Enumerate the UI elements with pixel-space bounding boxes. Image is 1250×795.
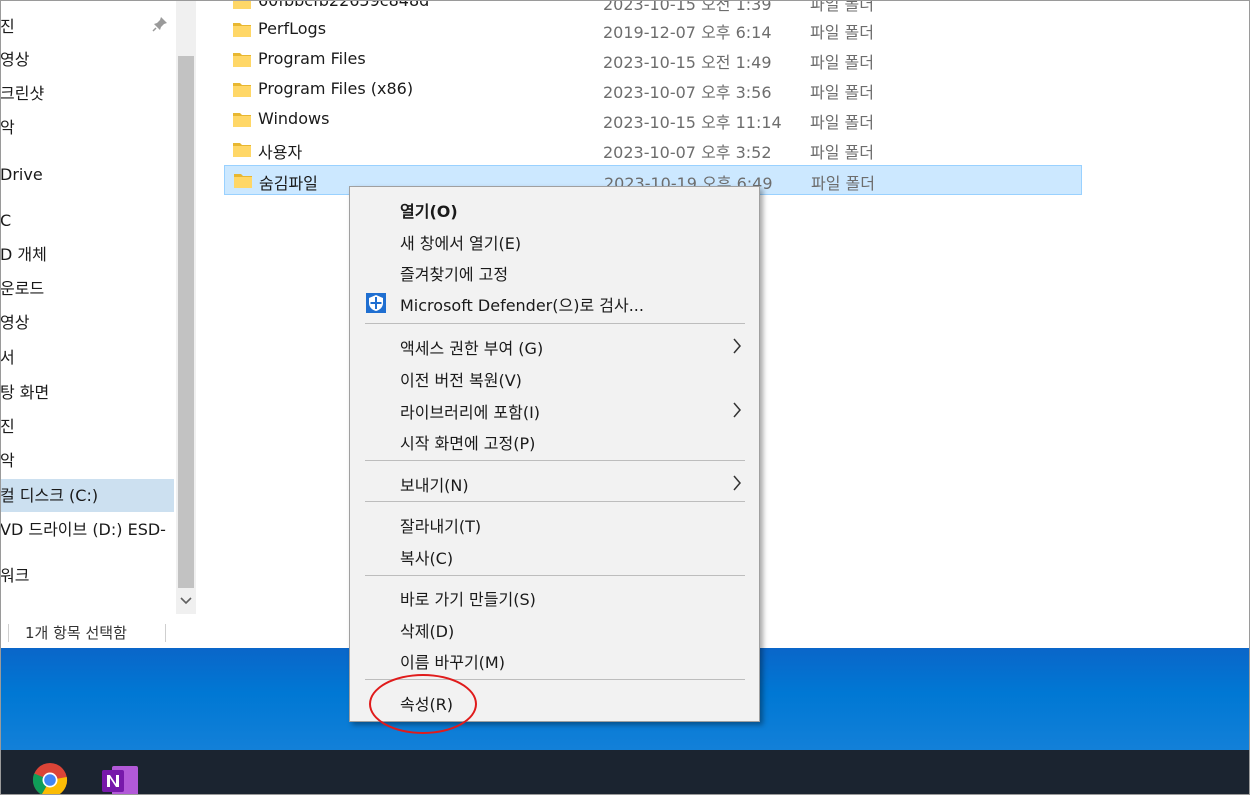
file-date: 2023-10-15 오후 11:14 xyxy=(603,113,782,132)
menu-item-send-to[interactable]: 보내기(N) xyxy=(350,466,759,496)
file-name: 숨김파일 xyxy=(259,174,318,193)
selection-status: 1개 항목 선택함 xyxy=(25,624,127,642)
file-type: 파일 폴더 xyxy=(811,174,875,193)
scrollbar-thumb[interactable] xyxy=(178,56,194,588)
file-type: 파일 폴더 xyxy=(810,143,874,162)
taskbar xyxy=(0,750,1250,795)
nav-item-videos-pc[interactable]: 영상 xyxy=(0,306,174,339)
folder-icon xyxy=(233,83,251,97)
nav-item-3d-objects[interactable]: D 개체 xyxy=(0,238,174,271)
menu-item-rename[interactable]: 이름 바꾸기(M) xyxy=(350,643,759,673)
nav-item-network[interactable]: 워크 xyxy=(0,559,174,592)
menu-item-delete[interactable]: 삭제(D) xyxy=(350,612,759,642)
folder-icon xyxy=(234,174,252,188)
menu-item-copy[interactable]: 복사(C) xyxy=(350,539,759,569)
nav-item-videos[interactable]: 영상 xyxy=(0,43,174,76)
nav-item-this-pc[interactable]: C xyxy=(0,204,174,237)
file-name: Program Files xyxy=(258,49,366,68)
file-date: 2023-10-15 오전 1:39 xyxy=(603,0,772,14)
file-date: 2023-10-07 오후 3:52 xyxy=(603,143,772,162)
file-row[interactable]: Program Files (x86) 2023-10-07 오후 3:56 파… xyxy=(224,75,1082,105)
menu-item-defender-scan[interactable]: Microsoft Defender(으)로 검사... xyxy=(350,286,759,316)
file-type: 파일 폴더 xyxy=(810,0,874,14)
folder-icon xyxy=(233,143,251,157)
folder-icon xyxy=(233,23,251,37)
chevron-right-icon xyxy=(733,338,741,354)
file-type: 파일 폴더 xyxy=(810,53,874,72)
folder-icon xyxy=(233,0,251,9)
file-type: 파일 폴더 xyxy=(810,83,874,102)
menu-item-open[interactable]: 열기(O) xyxy=(350,192,759,222)
file-row[interactable]: 사용자 2023-10-07 오후 3:52 파일 폴더 xyxy=(224,135,1082,165)
chevron-right-icon xyxy=(733,402,741,418)
file-name: 사용자 xyxy=(258,143,303,162)
menu-item-open-new-window[interactable]: 새 창에서 열기(E) xyxy=(350,224,759,254)
context-menu: 열기(O) 새 창에서 열기(E) 즐겨찾기에 고정 Microsoft Def… xyxy=(349,186,760,722)
menu-separator xyxy=(365,460,745,461)
file-name: PerfLogs xyxy=(258,19,327,38)
menu-separator xyxy=(365,575,745,576)
status-divider xyxy=(165,624,166,642)
menu-item-pin-quick-access[interactable]: 즐겨찾기에 고정 xyxy=(350,255,759,285)
file-date: 2023-10-15 오전 1:49 xyxy=(603,53,772,72)
nav-item-screenshots[interactable]: 크린샷 xyxy=(0,77,174,110)
file-list: 60fbbcfb22659c848d 2023-10-15 오전 1:39 파일… xyxy=(224,0,1084,200)
menu-item-include-library[interactable]: 라이브러리에 포함(I) xyxy=(350,393,759,423)
chevron-right-icon xyxy=(733,475,741,491)
nav-item-onedrive[interactable]: Drive xyxy=(0,158,174,191)
chrome-icon[interactable] xyxy=(32,762,68,795)
folder-icon xyxy=(233,113,251,127)
file-date: 2023-10-07 오후 3:56 xyxy=(603,83,772,102)
nav-item-downloads[interactable]: 운로드 xyxy=(0,272,174,305)
file-name: Program Files (x86) xyxy=(258,79,414,98)
menu-item-create-shortcut[interactable]: 바로 가기 만들기(S) xyxy=(350,580,759,610)
file-type: 파일 폴더 xyxy=(810,113,874,132)
menu-item-give-access[interactable]: 액세스 권한 부여 (G) xyxy=(350,329,759,359)
defender-shield-icon xyxy=(366,293,386,313)
navigation-pane: 진 영상 크린샷 악 Drive C D 개체 운로드 영상 서 탕 화면 진 … xyxy=(0,0,176,614)
nav-item-desktop[interactable]: 탕 화면 xyxy=(0,376,174,409)
menu-item-pin-start[interactable]: 시작 화면에 고정(P) xyxy=(350,424,759,454)
status-divider xyxy=(8,624,9,642)
nav-item-dvd-drive-d[interactable]: VD 드라이브 (D:) ESD- xyxy=(0,513,174,546)
nav-item-music-pc[interactable]: 악 xyxy=(0,444,174,477)
nav-item-pictures[interactable]: 진 xyxy=(0,10,174,43)
onenote-icon[interactable] xyxy=(102,762,138,795)
pin-icon[interactable] xyxy=(152,16,168,32)
file-name: Windows xyxy=(258,109,330,128)
file-row[interactable]: Windows 2023-10-15 오후 11:14 파일 폴더 xyxy=(224,105,1082,135)
menu-item-cut[interactable]: 잘라내기(T) xyxy=(350,507,759,537)
file-row[interactable]: PerfLogs 2019-12-07 오후 6:14 파일 폴더 xyxy=(224,15,1082,45)
nav-item-pictures-pc[interactable]: 진 xyxy=(0,410,174,443)
nav-item-local-disk-c[interactable]: 컬 디스크 (C:) xyxy=(0,479,174,512)
annotation-highlight-circle xyxy=(369,674,477,734)
file-row[interactable]: Program Files 2023-10-15 오전 1:49 파일 폴더 xyxy=(224,45,1082,75)
navigation-scrollbar[interactable] xyxy=(176,0,196,614)
menu-separator xyxy=(365,323,745,324)
nav-item-music[interactable]: 악 xyxy=(0,111,174,144)
scroll-down-arrow-icon[interactable] xyxy=(180,594,192,608)
file-type: 파일 폴더 xyxy=(810,23,874,42)
menu-separator xyxy=(365,501,745,502)
file-date: 2019-12-07 오후 6:14 xyxy=(603,23,772,42)
menu-item-restore-versions[interactable]: 이전 버전 복원(V) xyxy=(350,361,759,391)
nav-item-documents[interactable]: 서 xyxy=(0,341,174,374)
folder-icon xyxy=(233,53,251,67)
file-name: 60fbbcfb22659c848d xyxy=(258,0,430,10)
